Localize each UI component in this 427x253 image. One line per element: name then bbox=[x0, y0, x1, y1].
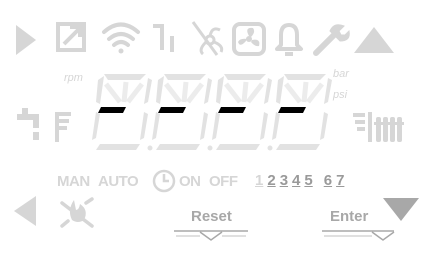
bell-icon bbox=[275, 23, 303, 56]
day-7[interactable]: 7 bbox=[336, 172, 344, 189]
dash-segment-2 bbox=[158, 107, 186, 113]
day-1[interactable]: 1 bbox=[255, 172, 263, 189]
arrow-down-icon[interactable] bbox=[383, 198, 419, 221]
wrench-icon bbox=[313, 24, 350, 56]
dash-segment-3 bbox=[218, 107, 246, 113]
mode-on[interactable]: ON bbox=[179, 173, 201, 190]
day-6[interactable]: 6 bbox=[324, 172, 332, 189]
enter-button[interactable]: Enter bbox=[330, 208, 368, 225]
mode-off[interactable]: OFF bbox=[209, 173, 238, 190]
play-icon[interactable] bbox=[16, 25, 36, 55]
day-2[interactable]: 2 bbox=[267, 172, 275, 189]
reset-button[interactable]: Reset bbox=[191, 208, 232, 225]
mode-man[interactable]: MAN bbox=[57, 173, 90, 190]
reset-underline-icon bbox=[174, 230, 248, 241]
arrow-left-icon[interactable] bbox=[14, 196, 36, 226]
external-link-icon bbox=[56, 22, 86, 52]
unit-bar: bar bbox=[333, 68, 350, 80]
wifi-icon bbox=[102, 22, 140, 54]
day-selector: 1234567 bbox=[255, 172, 348, 189]
arrow-up-icon[interactable] bbox=[354, 27, 394, 53]
day-5[interactable]: 5 bbox=[304, 172, 312, 189]
fan-off-icon bbox=[191, 21, 224, 56]
unit-rpm: rpm bbox=[64, 72, 83, 84]
enter-underline-icon bbox=[322, 230, 395, 241]
day-4[interactable]: 4 bbox=[292, 172, 300, 189]
faucet-icon bbox=[17, 108, 71, 142]
value-dashes bbox=[98, 107, 306, 113]
clock-icon bbox=[152, 169, 176, 193]
dash-segment-4 bbox=[278, 107, 306, 113]
mode-auto[interactable]: AUTO bbox=[98, 173, 139, 190]
no-flame-icon bbox=[60, 197, 94, 228]
dash-segment-1 bbox=[98, 107, 126, 113]
unit-psi: psi bbox=[332, 89, 348, 101]
radiator-icon bbox=[353, 112, 404, 142]
fan-icon bbox=[232, 22, 266, 56]
day-3[interactable]: 3 bbox=[280, 172, 288, 189]
tap-icon bbox=[153, 24, 174, 52]
